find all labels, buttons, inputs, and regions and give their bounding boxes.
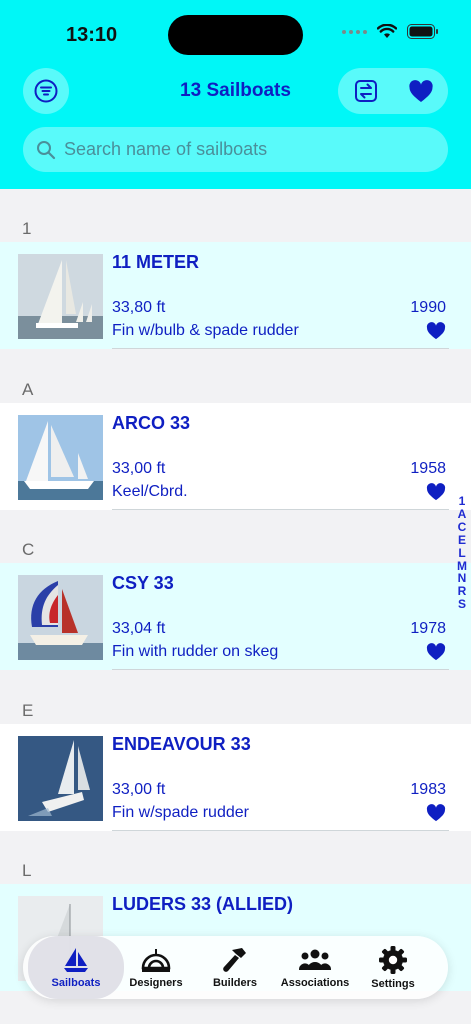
sailboat-year: 1958 xyxy=(410,460,446,477)
tab-label: Associations xyxy=(280,977,350,989)
hammer-icon xyxy=(223,948,246,972)
sailboat-row[interactable]: 11 METER 33,80 ft 1990 Fin w/bulb & spad… xyxy=(0,242,471,349)
section-header: A xyxy=(22,380,34,399)
sailboat-name: ARCO 33 xyxy=(112,413,191,433)
sailboat-name: CSY 33 xyxy=(112,573,174,593)
sailboat-photo xyxy=(18,254,103,339)
sailboat-icon xyxy=(64,948,88,972)
sailboat-keel: Fin with rudder on skeg xyxy=(112,643,279,660)
sailboat-length: 33,00 ft xyxy=(112,460,166,477)
favorites-button[interactable] xyxy=(393,68,448,114)
sailboat-row[interactable]: CSY 33 33,04 ft 1978 Fin with rudder on … xyxy=(0,563,471,670)
tab-label: Designers xyxy=(129,977,183,989)
people-icon xyxy=(298,949,332,970)
index-letter[interactable]: 1 xyxy=(459,495,466,508)
ruler-icon xyxy=(141,949,171,972)
header: 13:10 13 Sailboats Search name of sailbo… xyxy=(0,0,471,189)
sailboat-year: 1978 xyxy=(410,620,446,637)
index-letter[interactable]: C xyxy=(458,520,467,534)
header-actions xyxy=(338,68,448,114)
section-header: 1 xyxy=(22,219,32,238)
sailboat-name: ENDEAVOUR 33 xyxy=(112,734,251,754)
tab-label: Sailboats xyxy=(51,977,101,989)
tab-associations[interactable]: Associations xyxy=(277,936,353,999)
battery-icon xyxy=(407,24,438,39)
sailboat-length: 33,80 ft xyxy=(112,299,166,316)
sailboat-year: 1983 xyxy=(410,781,446,798)
search-placeholder: Search name of sailboats xyxy=(64,139,268,159)
index-letter[interactable]: E xyxy=(458,533,466,547)
row-divider xyxy=(112,830,449,831)
tab-label: Settings xyxy=(371,978,415,990)
status-time: 13:10 xyxy=(66,24,118,46)
sailboat-length: 33,00 ft xyxy=(112,781,166,798)
favorite-heart-icon[interactable] xyxy=(426,483,446,501)
tab-builders[interactable]: Builders xyxy=(195,936,275,999)
tab-label: Builders xyxy=(212,977,257,989)
tab-settings[interactable]: Settings xyxy=(361,936,425,999)
compare-button[interactable] xyxy=(338,68,393,114)
favorite-heart-icon[interactable] xyxy=(426,804,446,822)
sailboat-name: 11 METER xyxy=(112,252,200,272)
favorite-heart-icon[interactable] xyxy=(426,643,446,661)
heart-icon xyxy=(408,79,433,102)
index-letter[interactable]: S xyxy=(458,598,466,611)
dynamic-island xyxy=(168,15,303,55)
sailboat-keel: Keel/Cbrd. xyxy=(112,483,188,500)
wifi-icon xyxy=(377,24,397,38)
sailboat-name: LUDERS 33 (ALLIED) xyxy=(112,894,294,914)
section-header: C xyxy=(22,540,35,559)
row-divider xyxy=(112,669,449,670)
search-field[interactable]: Search name of sailboats xyxy=(23,127,448,172)
sailboat-keel: Fin w/spade rudder xyxy=(112,804,249,821)
index-letter[interactable]: A xyxy=(458,508,467,521)
sailboat-row[interactable]: ARCO 33 33,00 ft 1958 Keel/Cbrd. xyxy=(0,403,471,510)
tab-bar: Sailboats Designers Builders Association… xyxy=(23,936,448,999)
sailboat-photo xyxy=(18,736,103,821)
tab-sailboats[interactable]: Sailboats xyxy=(28,936,124,999)
section-header: L xyxy=(22,861,32,880)
tab-designers[interactable]: Designers xyxy=(124,936,188,999)
sailboat-row[interactable]: ENDEAVOUR 33 33,00 ft 1983 Fin w/spade r… xyxy=(0,724,471,831)
sailboat-photo xyxy=(18,415,103,500)
sailboat-length: 33,04 ft xyxy=(112,620,166,637)
sailboat-photo xyxy=(18,575,103,660)
row-divider xyxy=(112,509,449,510)
gear-icon xyxy=(379,946,407,974)
status-icons xyxy=(342,24,439,39)
section-index[interactable]: 1 A C E L M N R S xyxy=(452,495,471,611)
favorite-heart-icon[interactable] xyxy=(426,322,446,340)
sailboat-keel: Fin w/bulb & spade rudder xyxy=(112,322,299,339)
row-divider xyxy=(112,348,449,349)
section-header: E xyxy=(22,701,34,720)
search-icon xyxy=(37,140,56,159)
swap-icon xyxy=(354,80,377,102)
sailboat-year: 1990 xyxy=(410,299,446,316)
index-letter[interactable]: L xyxy=(458,546,465,560)
signal-icon xyxy=(342,29,367,34)
